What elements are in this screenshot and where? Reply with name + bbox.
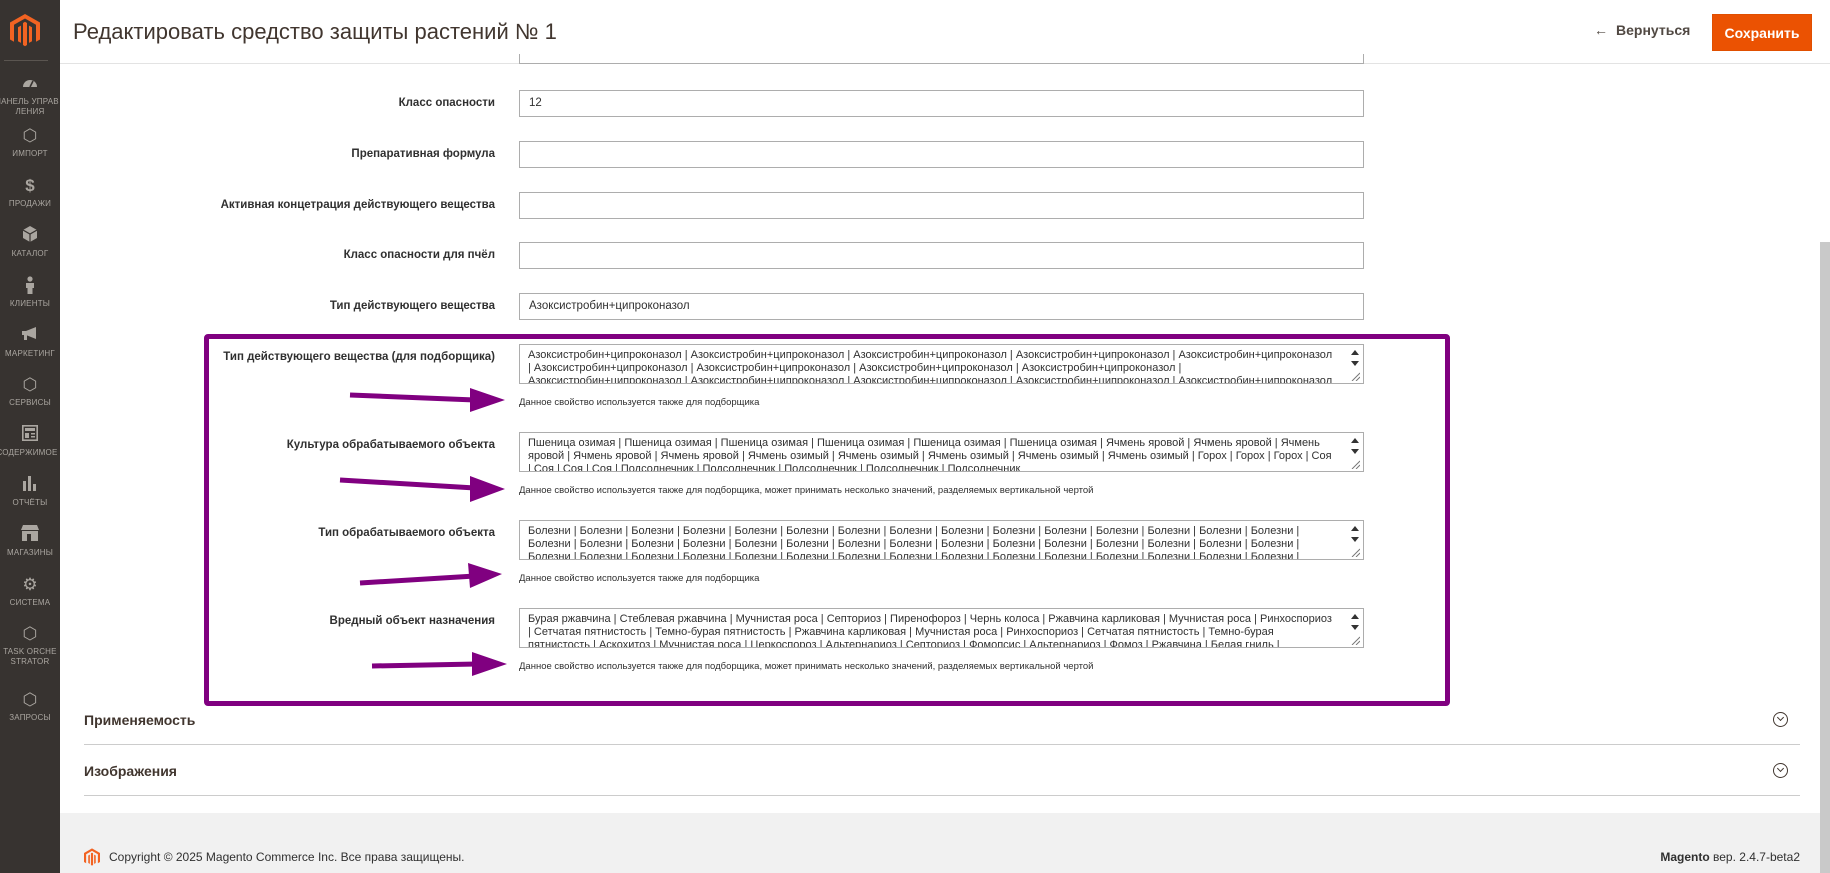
dashboard-icon — [0, 74, 60, 94]
hexagon-icon: ⬡ — [22, 690, 38, 709]
sidebar-item-services[interactable]: ⬡ Сервисы — [0, 375, 60, 408]
annotation-arrow-icon — [359, 563, 502, 588]
save-button[interactable]: Сохранить — [1712, 14, 1812, 51]
arrow-left-icon: ← — [1594, 22, 1608, 38]
version-number: вер. 2.4.7-beta2 — [1713, 850, 1800, 864]
hexagon-icon: ⬡ — [22, 624, 38, 643]
sidebar-item-label: Сервисы — [9, 398, 51, 407]
active-concentration-label: Активная концетрация действующего вещест… — [220, 199, 495, 211]
bee-hazard-class-input[interactable] — [519, 242, 1364, 269]
back-button-label: Вернуться — [1616, 22, 1691, 38]
annotation-arrow-icon — [371, 652, 507, 676]
sidebar-item-label: Запросы — [9, 713, 51, 722]
megaphone-icon — [0, 326, 60, 346]
section-title: Применяемость — [84, 712, 196, 728]
admin-sidebar: Панель управления ⬡ Импорт $ Продажи Кат… — [0, 0, 60, 873]
hazard-class-label: Класс опасности — [398, 97, 495, 109]
back-button[interactable]: ← Вернуться — [1594, 22, 1690, 38]
formulation-label: Препаративная формула — [351, 148, 495, 160]
brand-name: Magento — [1660, 850, 1710, 864]
chevron-down-icon[interactable] — [1773, 763, 1788, 778]
magento-logo-icon — [84, 848, 100, 866]
hazard-class-input[interactable]: 12 — [519, 90, 1364, 117]
sidebar-item-label: Магазины — [6, 548, 54, 557]
version-text: Magento вер. 2.4.7-beta2 — [1660, 850, 1800, 864]
sidebar-item-system[interactable]: ⚙ Система — [0, 575, 60, 608]
gear-icon: ⚙ — [22, 575, 38, 594]
bee-hazard-class-label: Класс опасности для пчёл — [343, 249, 495, 261]
active-concentration-input[interactable] — [519, 192, 1364, 219]
section-title: Изображения — [84, 763, 177, 779]
dollar-icon: $ — [25, 176, 35, 195]
sidebar-item-task-orchestrator[interactable]: ⬡ Task Orchestrator — [0, 624, 60, 667]
page-scrollbar[interactable] — [1820, 242, 1830, 873]
sidebar-item-label: Task Orchestrator — [3, 647, 57, 666]
section-applicability[interactable]: Применяемость — [84, 695, 1800, 745]
section-images[interactable]: Изображения — [84, 746, 1800, 796]
page-footer: Copyright © 2025 Magento Commerce Inc. В… — [60, 813, 1830, 873]
sidebar-item-label: Отчёты — [12, 498, 48, 507]
sidebar-item-requests[interactable]: ⬡ Запросы — [0, 690, 60, 723]
bar-chart-icon — [0, 475, 60, 495]
person-icon — [0, 276, 60, 296]
sidebar-item-reports[interactable]: Отчёты — [0, 475, 60, 508]
sidebar-item-label: Система — [9, 598, 51, 607]
chevron-down-icon[interactable] — [1773, 712, 1788, 727]
copyright-text: Copyright © 2025 Magento Commerce Inc. В… — [109, 850, 465, 864]
active-substance-type-label: Тип действующего вещества — [329, 300, 495, 312]
box-icon — [0, 226, 60, 246]
magento-logo-icon[interactable] — [10, 14, 40, 48]
annotation-arrow-icon — [349, 388, 505, 412]
sidebar-divider — [4, 60, 48, 61]
hexagon-icon: ⬡ — [22, 375, 38, 394]
formulation-input[interactable] — [519, 141, 1364, 168]
active-substance-type-input[interactable]: Азоксистробин+ципроконазол — [519, 293, 1364, 320]
sidebar-item-dashboard[interactable]: Панель управления — [0, 74, 60, 117]
annotation-arrow-icon — [339, 476, 505, 502]
page-title: Редактировать средство защиты растений №… — [73, 19, 557, 44]
cut-off-input[interactable] — [519, 54, 1364, 64]
hexagon-icon: ⬡ — [22, 126, 38, 145]
